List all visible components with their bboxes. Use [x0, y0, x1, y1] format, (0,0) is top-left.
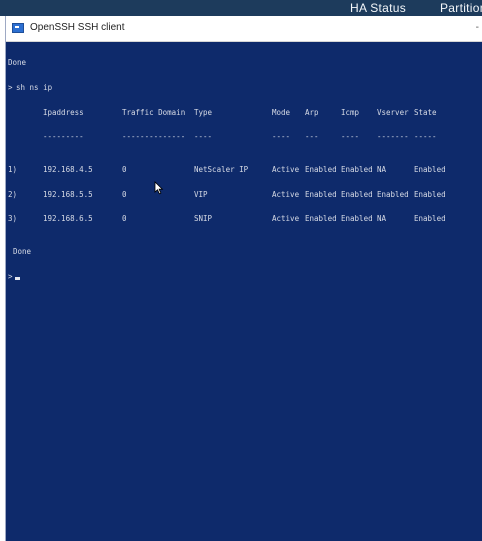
row-index: 3) — [8, 214, 18, 224]
header-mode: Mode — [272, 107, 291, 117]
separator-mode: ---- — [272, 132, 291, 142]
header-traffic-domain: Traffic Domain — [122, 107, 186, 117]
row-type: VIP — [194, 189, 208, 199]
header-arp: Arp — [305, 107, 319, 117]
row-mode: Active — [272, 189, 300, 199]
minimize-button[interactable]: - — [476, 22, 479, 34]
table-row: 1) 192.168.4.5 0 NetScaler IP Active Ena… — [7, 164, 482, 174]
row-traffic-domain: 0 — [122, 214, 127, 224]
terminal-output[interactable]: Done > sh ns ip Ipaddress Traffic Domain… — [6, 43, 482, 541]
header-vserver: Vserver — [377, 107, 409, 117]
separator-ipaddress: --------- — [43, 132, 84, 142]
background-app-header: HA Status Partition — [0, 0, 482, 16]
separator-icmp: ---- — [341, 132, 360, 142]
row-icmp: Enabled — [341, 214, 373, 224]
terminal-line: Done — [7, 59, 482, 67]
ssh-client-window: OpenSSH SSH client - Done > sh ns ip Ipa… — [5, 16, 482, 541]
done-text: Done — [8, 58, 27, 68]
separator-type: ---- — [194, 132, 213, 142]
command-line: > sh ns ip — [7, 83, 482, 92]
final-prompt-symbol: > — [8, 271, 13, 281]
final-prompt-line: > — [7, 271, 482, 283]
row-icmp: Enabled — [341, 164, 373, 174]
table-row: 2) 192.168.5.5 0 VIP Active Enabled Enab… — [7, 189, 482, 199]
row-state: Enabled — [414, 189, 446, 199]
row-vserver: NA — [377, 164, 387, 174]
table-separator-row: --------- -------------- ---- ---- --- -… — [7, 132, 482, 142]
separator-traffic-domain: -------------- — [122, 132, 186, 142]
command-text: sh ns ip — [16, 83, 53, 92]
row-ipaddress: 192.168.4.5 — [43, 164, 93, 174]
row-state: Enabled — [414, 164, 446, 174]
table-header-row: Ipaddress Traffic Domain Type Mode Arp I… — [7, 107, 482, 117]
separator-arp: --- — [305, 132, 319, 142]
terminal-line: Done — [7, 246, 482, 256]
row-ipaddress: 192.168.5.5 — [43, 189, 93, 199]
row-type: NetScaler IP — [194, 164, 249, 174]
mouse-pointer-icon — [154, 181, 164, 195]
terminal-app-icon — [12, 23, 24, 33]
window-titlebar[interactable]: OpenSSH SSH client - — [6, 16, 482, 42]
partition-label[interactable]: Partition — [440, 1, 482, 15]
row-index: 2) — [8, 189, 18, 199]
row-arp: Enabled — [305, 189, 337, 199]
separator-state: ----- — [414, 132, 437, 142]
header-type: Type — [194, 107, 213, 117]
header-icmp: Icmp — [341, 107, 360, 117]
row-vserver: NA — [377, 214, 387, 224]
row-index: 1) — [8, 164, 18, 174]
table-row: 3) 192.168.6.5 0 SNIP Active Enabled Ena… — [7, 214, 482, 224]
row-icmp: Enabled — [341, 189, 373, 199]
row-ipaddress: 192.168.6.5 — [43, 214, 93, 224]
row-arp: Enabled — [305, 164, 337, 174]
separator-vserver: ------- — [377, 132, 409, 142]
ha-status-label[interactable]: HA Status — [350, 1, 406, 15]
text-cursor — [13, 275, 20, 283]
row-traffic-domain: 0 — [122, 189, 127, 199]
row-mode: Active — [272, 214, 300, 224]
row-traffic-domain: 0 — [122, 164, 127, 174]
row-arp: Enabled — [305, 214, 337, 224]
prompt-symbol: > — [8, 83, 13, 92]
header-ipaddress: Ipaddress — [43, 107, 84, 117]
done-text: Done — [13, 246, 32, 256]
row-state: Enabled — [414, 214, 446, 224]
window-title: OpenSSH SSH client — [30, 22, 125, 33]
row-vserver: Enabled — [377, 189, 409, 199]
row-mode: Active — [272, 164, 300, 174]
row-type: SNIP — [194, 214, 213, 224]
header-state: State — [414, 107, 437, 117]
